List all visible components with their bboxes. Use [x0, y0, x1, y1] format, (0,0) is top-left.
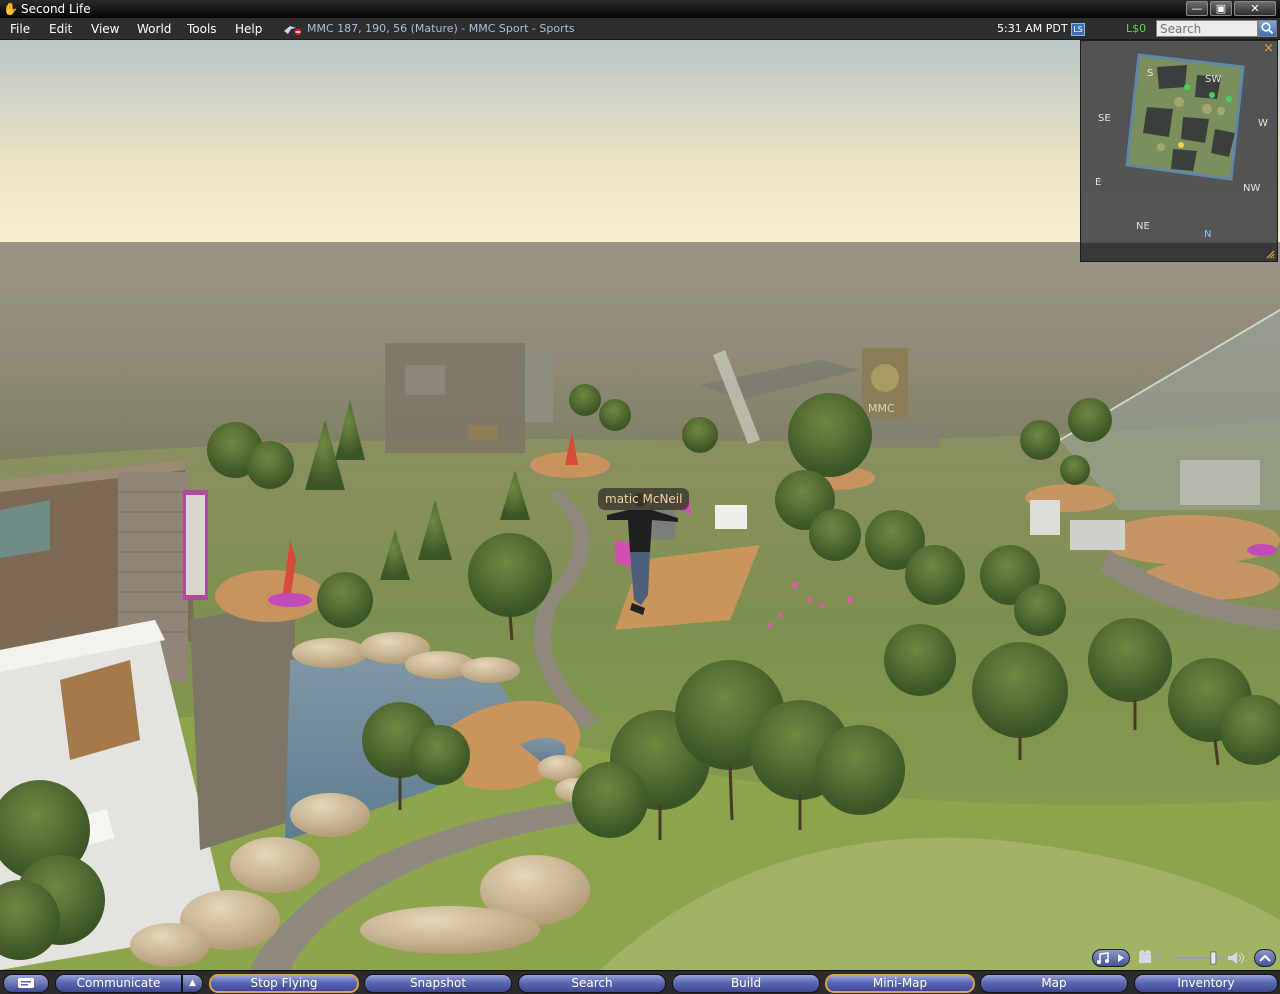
stop-flying-button[interactable]: Stop Flying: [209, 974, 359, 993]
expand-controls-button[interactable]: [1254, 949, 1276, 967]
linden-balance[interactable]: L$0: [1126, 21, 1146, 37]
communicate-dropdown-icon[interactable]: ▲: [182, 974, 203, 993]
minimap-panel[interactable]: S SW SE W E NW NE N ×: [1080, 40, 1278, 262]
chat-bubble-icon: [18, 978, 34, 988]
compass-e: E: [1095, 177, 1102, 188]
compass-n: N: [1204, 229, 1212, 240]
chat-button[interactable]: [3, 974, 49, 993]
minimap-terrain[interactable]: [1117, 47, 1253, 187]
building-sign: MMC: [868, 402, 895, 415]
clock-readout: 5:31 AM PDT: [997, 22, 1068, 35]
compass-sw: SW: [1205, 74, 1222, 85]
menu-bar: File Edit View World Tools Help MMC 187,…: [0, 18, 1280, 40]
media-controls: [1092, 947, 1278, 969]
compass-w: W: [1258, 118, 1268, 129]
window-title: Second Life: [21, 2, 91, 16]
compass-se: SE: [1098, 113, 1111, 124]
compass-ne: NE: [1136, 221, 1150, 232]
window-controls: — ▣ ✕: [1186, 0, 1276, 18]
volume-knob[interactable]: [1210, 951, 1217, 965]
inventory-button[interactable]: Inventory: [1134, 974, 1278, 993]
minimap-footer: [1081, 243, 1277, 261]
music-note-icon: [1097, 952, 1124, 964]
close-window-button[interactable]: ✕: [1234, 1, 1276, 16]
search-input[interactable]: [1156, 20, 1258, 37]
second-life-hand-icon: ✋: [3, 2, 18, 16]
volume-slider[interactable]: [1174, 951, 1224, 965]
media-play-button[interactable]: [1136, 949, 1166, 967]
search-icon[interactable]: [1258, 20, 1277, 37]
linden-scripts-icon[interactable]: LS: [1071, 23, 1085, 36]
maximize-button[interactable]: ▣: [1210, 1, 1232, 16]
resize-handle-icon[interactable]: [1265, 249, 1275, 259]
music-play-button[interactable]: [1092, 949, 1130, 967]
map-button[interactable]: Map: [980, 974, 1128, 993]
speaker-icon[interactable]: [1226, 951, 1246, 965]
bottom-toolbar: Communicate ▲ Stop Flying Snapshot Searc…: [0, 970, 1280, 994]
minimize-button[interactable]: —: [1186, 1, 1208, 16]
menu-edit[interactable]: Edit: [49, 21, 72, 37]
build-button[interactable]: Build: [672, 974, 820, 993]
menu-world[interactable]: World: [137, 21, 171, 37]
minimap-close-icon[interactable]: ×: [1263, 42, 1274, 55]
menu-view[interactable]: View: [91, 21, 119, 37]
avatar-name-tag: matic McNeil: [598, 488, 690, 510]
chevron-up-icon: [1259, 954, 1271, 962]
window-title-bar: ✋ Second Life — ▣ ✕: [0, 0, 1280, 18]
no-fly-parcel-icon[interactable]: [282, 22, 302, 36]
snapshot-button[interactable]: Snapshot: [364, 974, 512, 993]
communicate-button[interactable]: Communicate: [55, 974, 182, 993]
compass-nw: NW: [1243, 183, 1261, 194]
film-camera-icon: [1139, 950, 1162, 963]
menu-file[interactable]: File: [10, 21, 30, 37]
search-button[interactable]: Search: [518, 974, 666, 993]
menu-tools[interactable]: Tools: [187, 21, 217, 37]
compass-s: S: [1147, 68, 1154, 79]
mini-map-button[interactable]: Mini-Map: [825, 974, 975, 993]
menu-help[interactable]: Help: [235, 21, 262, 37]
